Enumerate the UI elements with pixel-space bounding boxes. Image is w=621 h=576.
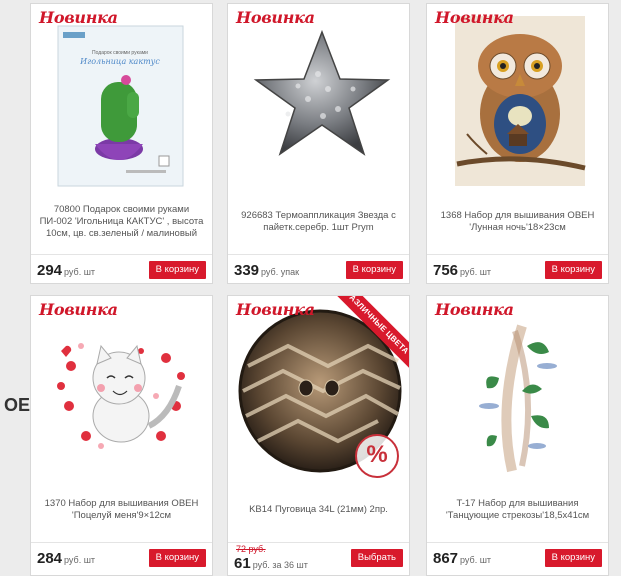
cactus-kit-image: Подарок своими руками Игольница кактус [31, 4, 212, 194]
price-unit: руб. упак [261, 267, 300, 277]
product-card[interactable]: Новинка 926683 Термоаппликация Звезда с … [227, 3, 410, 284]
add-to-cart-button[interactable]: В корзину [544, 261, 602, 279]
product-image[interactable]: Новинка РАЗЛИЧНЫЕ ЦВЕТА % [228, 296, 409, 486]
new-badge: Новинка [39, 8, 118, 27]
price-row: 72 руб. 61 руб. за 36 шт Выбрать [228, 542, 409, 573]
owl-embroidery-image [427, 4, 608, 194]
discount-percent-icon: % [355, 434, 399, 478]
price-row: 284 руб. шт В корзину [31, 542, 212, 573]
side-text-fragment: ОЕ [3, 395, 30, 415]
product-image[interactable]: Новинка [427, 296, 608, 486]
product-card[interactable]: Новинка РАЗЛИЧНЫЕ ЦВЕТА % KB14 Пуговица … [227, 295, 410, 576]
new-badge: Новинка [435, 8, 514, 27]
price-row: 294 руб. шт В корзину [31, 254, 212, 285]
new-badge: Новинка [236, 300, 315, 319]
price-unit: руб. шт [64, 555, 96, 565]
price-unit: руб. шт [460, 267, 492, 277]
price: 867 руб. шт [433, 550, 492, 567]
price-unit: руб. шт [64, 267, 96, 277]
kit-title: Игольница кактус [79, 57, 160, 66]
add-to-cart-button[interactable]: В корзину [345, 261, 403, 279]
dragonflies-embroidery-image [427, 296, 608, 486]
price-row: 339 руб. упак В корзину [228, 254, 409, 285]
old-price: 72 руб. [236, 544, 266, 554]
price-unit: руб. за 36 шт [252, 560, 308, 570]
price: 756 руб. шт [433, 262, 492, 279]
kit-top-text: Подарок своими руками [92, 50, 148, 56]
price-unit: руб. шт [460, 555, 492, 565]
price-row: 867 руб. шт В корзину [427, 542, 608, 573]
new-badge: Новинка [435, 300, 514, 319]
price-row: 756 руб. шт В корзину [427, 254, 608, 285]
product-name[interactable]: 1368 Набор для вышивания ОВЕН 'Лунная но… [433, 210, 602, 234]
add-to-cart-button[interactable]: В корзину [148, 549, 206, 567]
price: 339 руб. упак [234, 262, 300, 279]
price: 61 руб. за 36 шт [234, 555, 308, 572]
product-card[interactable]: Новинка 1370 Набор для вышивания ОВЕН 'П… [30, 295, 213, 576]
product-image[interactable]: Новинка [228, 4, 409, 194]
product-name[interactable]: 1370 Набор для вышивания ОВЕН 'Поцелуй м… [37, 498, 206, 522]
price: 294 руб. шт [37, 262, 96, 279]
new-badge: Новинка [39, 300, 118, 319]
product-name[interactable]: T-17 Набор для вышивания 'Танцующие стре… [433, 498, 602, 522]
cat-embroidery-image [31, 296, 212, 486]
product-image[interactable]: Новинка [31, 296, 212, 486]
product-card[interactable]: Новинка T-17 Набор для вышивания 'Танцую… [426, 295, 609, 576]
product-image[interactable]: Новинка [427, 4, 608, 194]
product-name[interactable]: KB14 Пуговица 34L (21мм) 2пр. [234, 504, 403, 516]
sequin-star-image [228, 4, 409, 194]
new-badge: Новинка [236, 8, 315, 27]
add-to-cart-button[interactable]: В корзину [544, 549, 602, 567]
product-name[interactable]: 70800 Подарок своими руками ПИ-002 'Игол… [37, 204, 206, 240]
product-card[interactable]: Новинка 1368 Набор для вышивания ОВЕН 'Л… [426, 3, 609, 284]
add-to-cart-button[interactable]: В корзину [148, 261, 206, 279]
product-grid: Подарок своими руками Игольница кактус Н… [30, 0, 621, 576]
product-image[interactable]: Подарок своими руками Игольница кактус Н… [31, 4, 212, 194]
price: 284 руб. шт [37, 550, 96, 567]
product-name[interactable]: 926683 Термоаппликация Звезда с пайетк.с… [234, 210, 403, 234]
product-card[interactable]: Подарок своими руками Игольница кактус Н… [30, 3, 213, 284]
select-button[interactable]: Выбрать [350, 549, 403, 567]
